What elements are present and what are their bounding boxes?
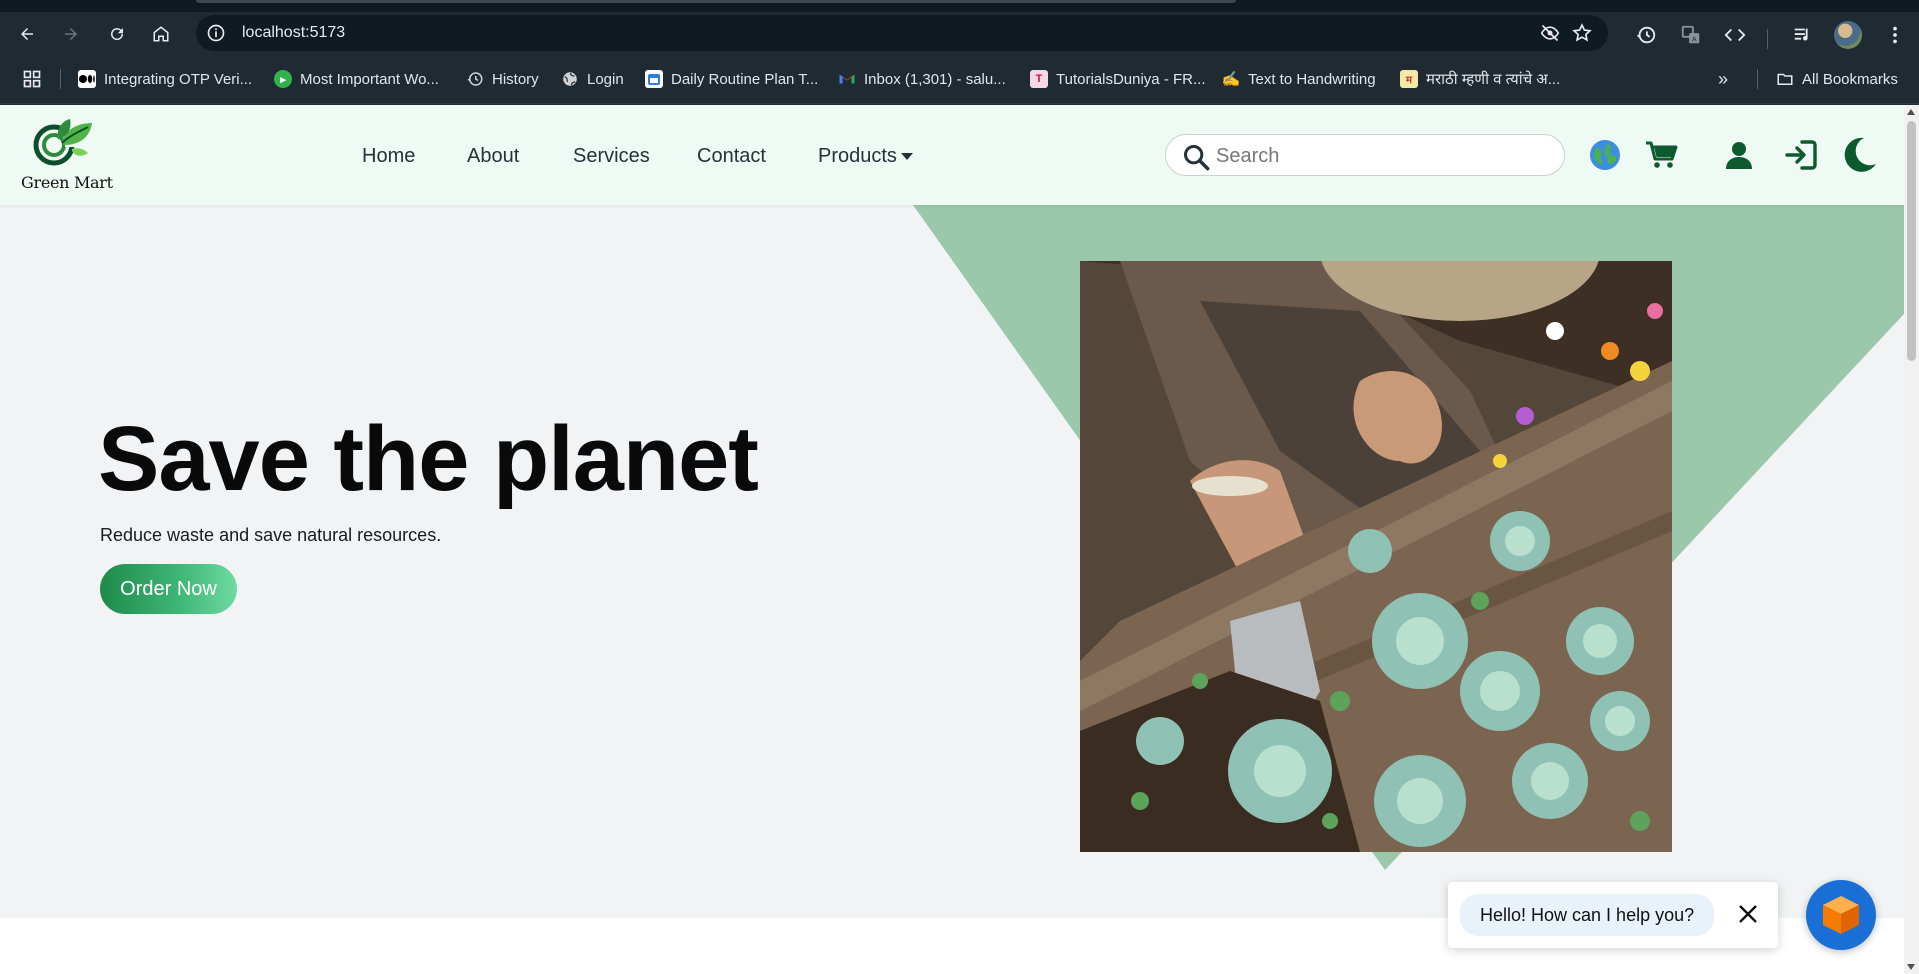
close-icon[interactable] — [1736, 902, 1760, 926]
site-info-icon[interactable] — [206, 23, 226, 43]
code-icon[interactable] — [1724, 24, 1746, 46]
bookmark-item[interactable]: ▸ Most Important Wo... — [274, 68, 439, 90]
chat-popup: Hello! How can I help you? — [1448, 882, 1778, 948]
bookmark-item[interactable]: Login — [561, 68, 624, 90]
globe-icon[interactable] — [1588, 138, 1622, 172]
search-input[interactable] — [1216, 143, 1546, 169]
leaf-logo-icon — [33, 119, 92, 166]
tab-strip — [0, 0, 1919, 12]
scrollbar-thumb[interactable] — [1907, 121, 1916, 361]
moon-icon[interactable] — [1840, 136, 1878, 174]
translate-icon[interactable]: A — [1680, 24, 1702, 46]
cart-icon[interactable] — [1644, 138, 1678, 172]
chat-launcher-button[interactable] — [1806, 880, 1876, 950]
reload-icon[interactable] — [104, 21, 130, 47]
url-text[interactable]: localhost:5173 — [242, 24, 345, 42]
folder-icon — [1777, 73, 1793, 85]
login-icon[interactable] — [1784, 138, 1818, 172]
chevron-down-icon — [900, 153, 913, 161]
active-tab-indicator — [196, 0, 1236, 3]
hero-title: Save the planet — [98, 408, 759, 510]
nav-services[interactable]: Services — [573, 145, 650, 168]
apps-grid-icon[interactable] — [22, 69, 42, 89]
green-leaf-icon: ▸ — [274, 70, 292, 88]
order-now-button[interactable]: Order Now — [100, 564, 237, 614]
calendar-icon — [645, 70, 663, 88]
scroll-down-arrow-icon[interactable] — [1907, 964, 1915, 970]
history-icon — [467, 72, 483, 86]
chat-message: Hello! How can I help you? — [1460, 894, 1715, 936]
profile-avatar[interactable] — [1834, 21, 1862, 49]
brand-name: Green Mart — [21, 173, 113, 192]
bookmark-item[interactable]: Inbox (1,301) - salu... — [838, 68, 1006, 90]
scroll-up-arrow-icon[interactable] — [1907, 109, 1915, 115]
bookmarks-divider — [1757, 69, 1758, 89]
nav-products-label: Products — [818, 145, 897, 167]
address-bar[interactable]: localhost:5173 — [196, 15, 1608, 51]
nav-home[interactable]: Home — [362, 145, 415, 168]
bookmark-item[interactable]: T TutorialsDuniya - FR... — [1030, 68, 1205, 90]
all-bookmarks-button[interactable]: All Bookmarks — [1776, 68, 1898, 90]
bookmark-item[interactable]: Integrating OTP Veri... — [78, 68, 252, 90]
web-page: Green Mart Home About Services Contact P… — [0, 105, 1904, 974]
logo[interactable]: Green Mart — [18, 117, 113, 197]
toolbar-divider — [1767, 29, 1768, 49]
nav-contact[interactable]: Contact — [697, 145, 766, 168]
bookmarks-bar: Integrating OTP Veri... ▸ Most Important… — [0, 54, 1919, 104]
book-icon: T — [1030, 70, 1048, 88]
pen-hand-icon: ✍ — [1221, 71, 1241, 88]
nav-products[interactable]: Products — [818, 145, 913, 168]
hero-garden-image — [1080, 261, 1672, 852]
hero-subtitle: Reduce waste and save natural resources. — [100, 525, 442, 545]
page-scrollbar[interactable] — [1904, 105, 1919, 974]
globe-icon — [563, 72, 577, 86]
search-icon — [1183, 144, 1210, 171]
star-icon[interactable] — [1572, 23, 1592, 43]
search-bar[interactable] — [1165, 134, 1565, 176]
back-icon[interactable] — [14, 21, 40, 47]
history-icon[interactable] — [1635, 24, 1657, 46]
more-bookmarks-button[interactable]: » — [1718, 68, 1728, 90]
user-icon[interactable] — [1722, 138, 1756, 172]
bookmark-item[interactable]: ✍ Text to Handwriting — [1222, 68, 1376, 90]
menu-icon[interactable] — [1884, 24, 1906, 46]
svg-text:A: A — [1692, 34, 1697, 43]
medium-icon — [78, 70, 96, 88]
site-header: Green Mart Home About Services Contact P… — [0, 105, 1904, 205]
gmail-icon — [839, 74, 855, 84]
bookmark-item[interactable]: Daily Routine Plan T... — [645, 68, 818, 90]
bookmarks-divider — [60, 69, 61, 89]
eye-off-icon[interactable] — [1540, 23, 1560, 43]
cube-icon — [1823, 896, 1859, 934]
bookmark-item[interactable]: History — [466, 68, 539, 90]
browser-toolbar: localhost:5173 A — [0, 12, 1919, 54]
home-icon[interactable] — [148, 21, 174, 47]
media-icon[interactable] — [1792, 24, 1814, 46]
nav-about[interactable]: About — [467, 145, 519, 168]
bookmark-item[interactable]: म मराठी म्हणी व त्यांचे अ... — [1400, 68, 1560, 90]
marathi-site-icon: म — [1400, 70, 1418, 88]
forward-icon[interactable] — [58, 21, 84, 47]
